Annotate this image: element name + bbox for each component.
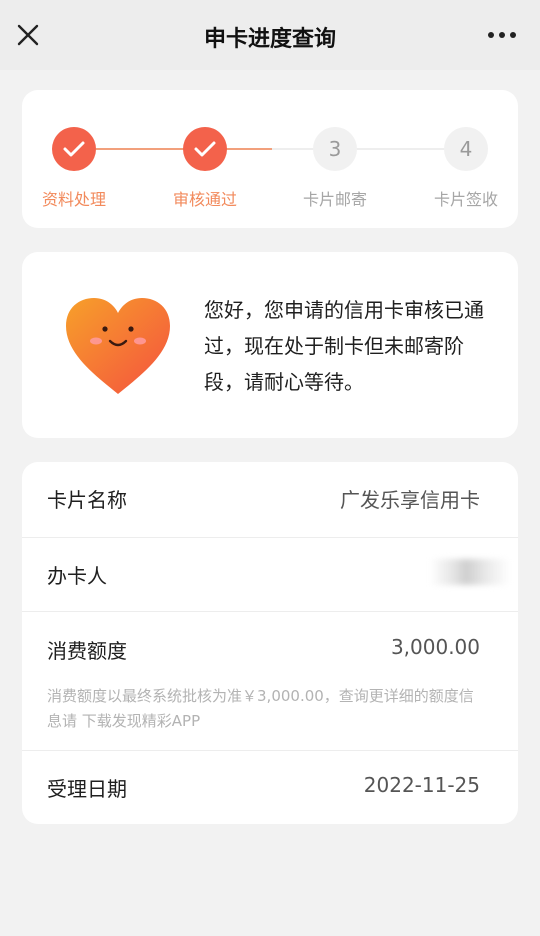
status-message-card: 您好，您申请的信用卡审核已通过，现在处于制卡但未邮寄阶段，请耐心等待。 <box>22 252 518 438</box>
step-number: 4 <box>444 127 488 171</box>
more-dots-icon[interactable] <box>486 21 518 49</box>
step-label: 审核通过 <box>172 190 237 209</box>
divider <box>22 537 518 538</box>
step-check-icon <box>52 127 96 171</box>
nav-bar: 申卡进度查询 <box>0 0 540 70</box>
status-message: 您好，您申请的信用卡审核已通过，现在处于制卡但未邮寄阶段，请耐心等待。 <box>204 298 484 394</box>
card-details-card: 卡片名称 广发乐享信用卡 办卡人 消费额度 3,000.00 消费额度以最终系统… <box>22 462 518 824</box>
detail-value: 3,000.00 <box>390 635 480 659</box>
detail-key: 受理日期 <box>47 777 127 801</box>
detail-value: 2022-11-25 <box>363 773 480 797</box>
credit-limit-note: 消费额度以最终系统批核为准￥3,000.00，查询更详细的额度信息请 下载发现精… <box>47 687 474 730</box>
detail-value: 广发乐享信用卡 <box>340 488 480 512</box>
detail-key: 卡片名称 <box>47 488 127 512</box>
step-number: 3 <box>313 127 357 171</box>
divider <box>22 611 518 612</box>
step-label: 卡片签收 <box>433 190 498 209</box>
step-4: 4 卡片签收 <box>401 127 531 210</box>
step-1: 资料处理 <box>9 127 139 210</box>
divider <box>22 750 518 751</box>
redacted-name-blur <box>430 559 510 585</box>
progress-steps-card: 资料处理 审核通过 3 卡片邮寄 4 卡片签收 <box>22 90 518 228</box>
detail-key: 消费额度 <box>47 639 127 663</box>
step-2: 审核通过 <box>140 127 270 210</box>
step-label: 资料处理 <box>41 190 106 209</box>
detail-key: 办卡人 <box>47 564 107 588</box>
smiling-heart-icon <box>66 298 170 394</box>
step-check-icon <box>183 127 227 171</box>
step-label: 卡片邮寄 <box>302 190 367 209</box>
step-3: 3 卡片邮寄 <box>270 127 400 210</box>
page-title: 申卡进度查询 <box>203 27 336 52</box>
